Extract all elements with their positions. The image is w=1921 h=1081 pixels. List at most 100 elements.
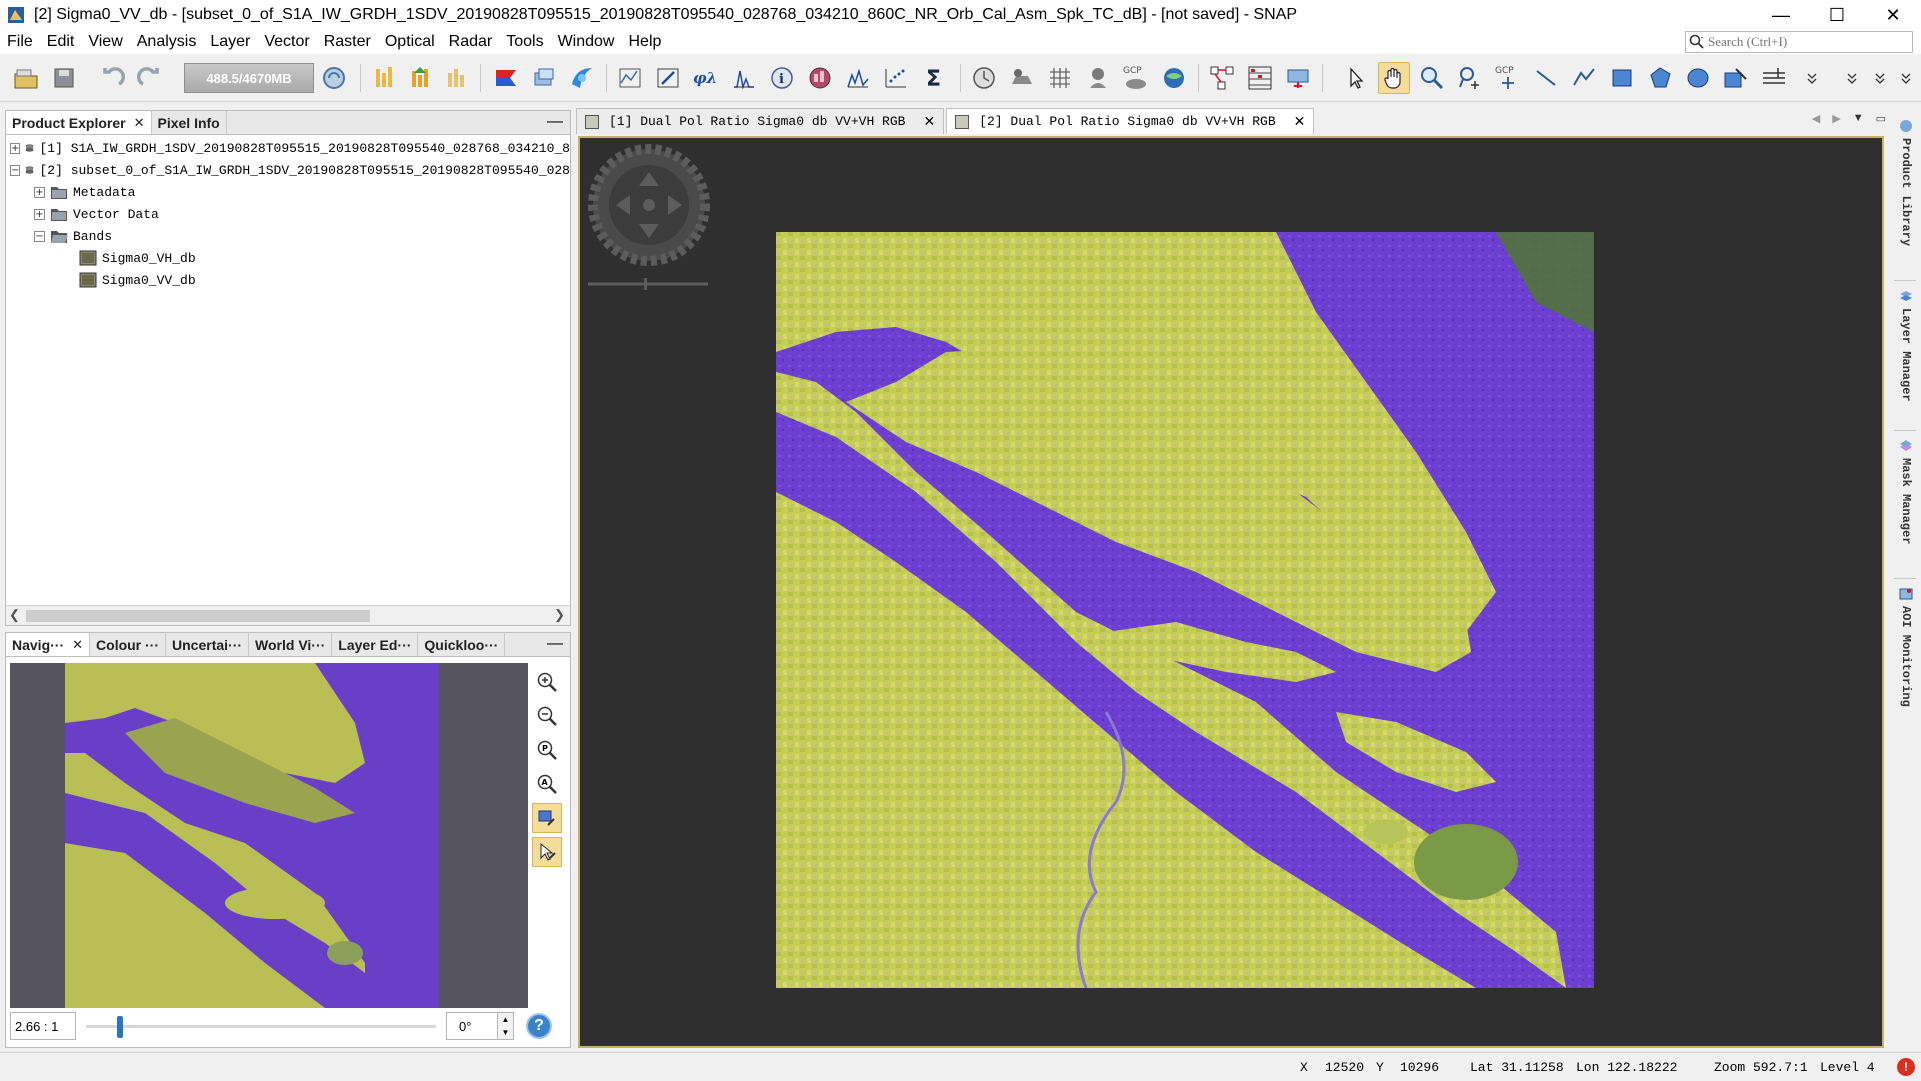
- range-finder-tool-icon[interactable]: [1758, 62, 1790, 94]
- close-icon[interactable]: ✕: [923, 113, 935, 130]
- menu-radar[interactable]: Radar: [442, 30, 500, 54]
- menu-raster[interactable]: Raster: [317, 30, 378, 54]
- menu-help[interactable]: Help: [621, 30, 668, 54]
- more-tools-chevron-icon[interactable]: [1796, 62, 1828, 94]
- minimize-panel-button[interactable]: —: [546, 633, 564, 655]
- zoom-all-icon[interactable]: A: [532, 769, 562, 799]
- close-icon[interactable]: ✕: [1294, 113, 1306, 130]
- polygon-drawing-tool-icon[interactable]: [1644, 62, 1676, 94]
- sar-template-icon[interactable]: [1282, 62, 1314, 94]
- band-maths-icon[interactable]: [440, 62, 472, 94]
- error-indicator-icon[interactable]: !: [1897, 1058, 1915, 1076]
- minimize-panel-button[interactable]: —: [546, 111, 564, 133]
- zoom-scale-bar-icon[interactable]: [588, 278, 708, 290]
- tree-node-band-vh[interactable]: Sigma0_VH_db: [6, 247, 570, 269]
- pin-manager-icon[interactable]: [1082, 62, 1114, 94]
- menu-window[interactable]: Window: [551, 30, 622, 54]
- scatter-plot-icon[interactable]: [880, 62, 912, 94]
- magic-wand-tool-icon[interactable]: [1720, 62, 1752, 94]
- tab-scroll-left-icon[interactable]: ◀: [1812, 112, 1820, 125]
- menu-edit[interactable]: Edit: [40, 30, 82, 54]
- spinner-down-icon[interactable]: ▼: [502, 1028, 510, 1037]
- batch-processing-icon[interactable]: [1244, 62, 1276, 94]
- tree-node-vector-data[interactable]: + Vector Data: [6, 203, 570, 225]
- pin-placing-tool-icon[interactable]: [1454, 62, 1486, 94]
- tab-image-view-1[interactable]: [1] Dual Pol Ratio Sigma0 db VV+VH RGB ✕: [576, 108, 945, 134]
- scroll-left-icon[interactable]: ❮: [9, 607, 20, 623]
- wavelength-icon[interactable]: φλ: [690, 62, 722, 94]
- redo-icon[interactable]: [134, 62, 166, 94]
- memory-indicator[interactable]: 488.5/4670MB: [184, 63, 314, 93]
- graph-builder-icon[interactable]: [1206, 62, 1238, 94]
- tab-product-explorer[interactable]: Product Explorer ✕: [6, 111, 152, 134]
- graticule-icon[interactable]: [1044, 62, 1076, 94]
- band-view-icon[interactable]: [528, 62, 560, 94]
- expand-icon[interactable]: +: [34, 208, 45, 220]
- help-button[interactable]: ?: [526, 1013, 552, 1039]
- tab-image-view-2[interactable]: [2] Dual Pol Ratio Sigma0 db VV+VH RGB ✕: [946, 108, 1315, 134]
- close-icon[interactable]: ✕: [134, 115, 145, 131]
- dock-product-library[interactable]: Product Library: [1894, 118, 1918, 246]
- overflow-chevron-icon-2[interactable]: [1870, 62, 1890, 94]
- select-tool-icon[interactable]: [1340, 62, 1372, 94]
- sum-icon[interactable]: Σ: [918, 62, 950, 94]
- close-button[interactable]: ✕: [1865, 0, 1921, 30]
- scroll-right-icon[interactable]: ❯: [554, 607, 565, 623]
- overflow-chevron-icon[interactable]: [1842, 62, 1862, 94]
- tab-navigation[interactable]: Navig··· ✕: [6, 633, 91, 656]
- menu-optical[interactable]: Optical: [378, 30, 442, 54]
- navigation-overview[interactable]: [10, 663, 528, 1008]
- menu-file[interactable]: File: [0, 30, 40, 54]
- dock-aoi-monitoring[interactable]: AOI Monitoring: [1894, 586, 1918, 707]
- zoom-slider[interactable]: [86, 1012, 436, 1040]
- time-series-icon[interactable]: [968, 62, 1000, 94]
- spectrum-view-icon[interactable]: [614, 62, 646, 94]
- tree-node-product-1[interactable]: + [1] S1A_IW_GRDH_1SDV_20190828T095515_2…: [6, 137, 570, 159]
- world-map-icon[interactable]: [566, 62, 598, 94]
- zoom-tool-icon[interactable]: [1416, 62, 1448, 94]
- tab-list-dropdown-icon[interactable]: ▼: [1853, 112, 1864, 125]
- expand-icon[interactable]: +: [34, 186, 45, 198]
- minimize-button[interactable]: —: [1753, 0, 1809, 30]
- collapse-icon[interactable]: −: [10, 164, 21, 176]
- menu-vector[interactable]: Vector: [257, 30, 316, 54]
- polyline-drawing-tool-icon[interactable]: [1568, 62, 1600, 94]
- menu-view[interactable]: View: [81, 30, 129, 54]
- tree-node-product-2[interactable]: − [2] subset_0_of_S1A_IW_GRDH_1SDV_20190…: [6, 159, 570, 181]
- tab-uncertainty[interactable]: Uncertai···: [166, 633, 250, 656]
- dock-mask-manager[interactable]: Mask Manager: [1894, 438, 1918, 544]
- tab-colour-manipulation[interactable]: Colour ···: [90, 633, 167, 656]
- overflow-chevron-icon-3[interactable]: [1896, 62, 1916, 94]
- tab-world-view[interactable]: World Vi···: [249, 633, 333, 656]
- sync-views-icon[interactable]: [532, 803, 562, 833]
- open-product-icon[interactable]: [10, 62, 42, 94]
- information-icon[interactable]: i: [766, 62, 798, 94]
- rgb-image-icon[interactable]: [490, 62, 522, 94]
- menu-analysis[interactable]: Analysis: [130, 30, 204, 54]
- statistics-icon[interactable]: [804, 62, 836, 94]
- garbage-collect-icon[interactable]: [318, 62, 350, 94]
- ellipse-drawing-tool-icon[interactable]: [1682, 62, 1714, 94]
- image-view[interactable]: [578, 136, 1884, 1048]
- tree-node-metadata[interactable]: + Metadata: [6, 181, 570, 203]
- undo-icon[interactable]: [96, 62, 128, 94]
- angle-spinner[interactable]: ▲ ▼: [498, 1012, 514, 1040]
- pan-navigation-wheel-icon[interactable]: [588, 144, 710, 266]
- collapse-icon[interactable]: −: [34, 230, 45, 242]
- close-icon[interactable]: ✕: [72, 637, 83, 653]
- slider-knob[interactable]: [117, 1016, 123, 1038]
- line-drawing-tool-icon[interactable]: [1530, 62, 1562, 94]
- rotation-angle-field[interactable]: 0°: [446, 1012, 498, 1040]
- rectangle-drawing-tool-icon[interactable]: [1606, 62, 1638, 94]
- pan-tool-icon[interactable]: [1378, 62, 1410, 94]
- tab-quicklook[interactable]: Quickloo···: [418, 633, 506, 656]
- world-view-icon[interactable]: [1158, 62, 1190, 94]
- save-product-icon[interactable]: [48, 62, 80, 94]
- zoom-to-pixel-icon[interactable]: P: [532, 735, 562, 765]
- import-raster-icon[interactable]: [368, 62, 400, 94]
- tree-node-band-vv[interactable]: Sigma0_VV_db: [6, 269, 570, 291]
- scale-field[interactable]: 2.66 : 1: [10, 1012, 76, 1040]
- histogram-icon[interactable]: [728, 62, 760, 94]
- export-raster-icon[interactable]: [404, 62, 436, 94]
- tab-pixel-info[interactable]: Pixel Info: [152, 111, 227, 134]
